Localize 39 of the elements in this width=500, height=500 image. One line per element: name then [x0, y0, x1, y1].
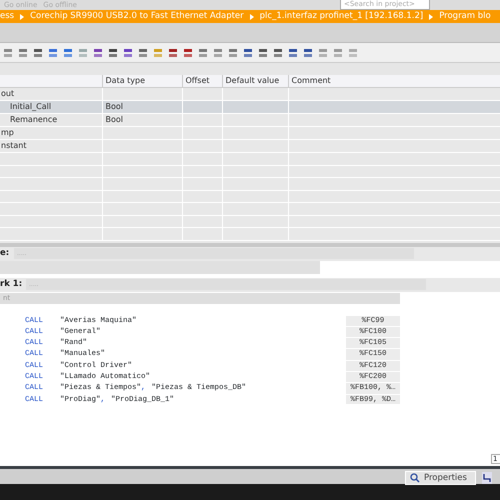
toolbar-icon[interactable]: [32, 46, 44, 58]
toolbar-icon[interactable]: [287, 46, 299, 58]
toolbar-icon[interactable]: [257, 46, 269, 58]
toolbar-icon[interactable]: [272, 46, 284, 58]
toolbar-icon[interactable]: [107, 46, 119, 58]
table-cell: Bool: [102, 114, 182, 126]
toolbar-icon[interactable]: [92, 46, 104, 58]
table-cell: Bool: [102, 100, 182, 114]
magnifier-icon: [410, 472, 420, 482]
toolbar-icon[interactable]: [182, 46, 194, 58]
toolbar-icon[interactable]: [122, 46, 134, 58]
breadcrumb-item[interactable]: Program blo: [439, 10, 491, 23]
breadcrumb-item[interactable]: Corechip SR9900 USB2.0 to Fast Ethernet Adapter: [30, 10, 244, 23]
column-header: Data type: [102, 75, 182, 88]
comment-field[interactable]: [0, 260, 320, 274]
breadcrumb-item[interactable]: plc_1.interfaz profinet_1 [192.168.1.2]: [260, 10, 424, 23]
block-title-label: e:: [0, 247, 10, 260]
breadcrumb-item[interactable]: ess: [0, 10, 14, 23]
table-cell: Initial_Call: [0, 100, 102, 114]
column-header: Comment: [288, 75, 500, 88]
toolbar-icon[interactable]: [47, 46, 59, 58]
column-header: Default value: [222, 75, 288, 88]
toolbar-icon[interactable]: [302, 46, 314, 58]
toolbar-icon[interactable]: [17, 46, 29, 58]
table-cell: Remanence: [0, 114, 102, 126]
table-cell: nstant: [0, 140, 102, 152]
breadcrumb-arrow-icon: [429, 14, 434, 20]
column-header: Offset: [182, 75, 222, 88]
table-cell: mp: [0, 126, 102, 140]
toolbar-icon[interactable]: [242, 46, 254, 58]
toolbar-icon[interactable]: [62, 46, 74, 58]
breadcrumb-arrow-icon: [20, 14, 24, 20]
toolbar-icon[interactable]: [227, 46, 239, 58]
properties-tab[interactable]: Properties: [405, 470, 476, 484]
toolbar-icon[interactable]: [197, 46, 209, 58]
toolbar-icon[interactable]: [137, 46, 149, 58]
breadcrumb-arrow-icon: [250, 14, 254, 20]
network-label: rk 1:: [0, 278, 24, 291]
toolbar-icon[interactable]: [167, 46, 179, 58]
